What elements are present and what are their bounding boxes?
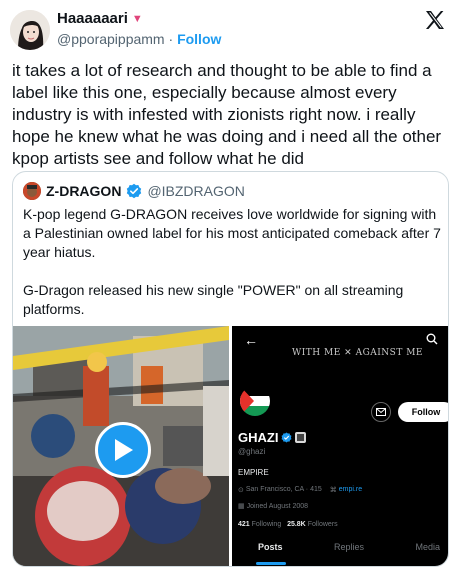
profile-name-text: GHAZI xyxy=(238,430,279,445)
profile-counts: 421 Following 25.8K Followers xyxy=(238,521,338,528)
back-arrow-icon: ← xyxy=(244,332,258,348)
profile-tabs: Posts Replies Media xyxy=(232,542,448,552)
profile-joined-text: Joined August 2008 xyxy=(246,503,309,510)
x-logo-icon[interactable] xyxy=(423,8,447,32)
active-tab-indicator xyxy=(256,562,286,565)
video-thumbnail[interactable] xyxy=(13,326,229,566)
profile-link: empi.re xyxy=(338,486,363,493)
play-icon xyxy=(115,439,133,461)
quote-display-name[interactable]: Z-DRAGON xyxy=(46,183,121,199)
profile-banner-text: WITH ME ✕ AGAINST ME xyxy=(292,348,423,358)
display-name[interactable]: Haaaaaari ▼ xyxy=(57,10,143,27)
profile-screenshot-image[interactable]: ← WITH ME ✕ AGAINST ME Follow GHAZI @gha… xyxy=(232,326,448,566)
avatar[interactable] xyxy=(10,10,50,50)
quote-avatar[interactable] xyxy=(23,182,41,200)
quote-paragraph-2: G-Dragon released his new single "POWER"… xyxy=(23,282,404,317)
profile-handle: @ghazi xyxy=(238,447,266,456)
profile-meta: ⊙ San Francisco, CA · 415 ⌘ empi.re xyxy=(238,486,362,494)
followers-count: 25.8K xyxy=(287,521,306,528)
following-count: 421 xyxy=(238,521,250,528)
quote-paragraph-1: K-pop legend G-DRAGON receives love worl… xyxy=(23,206,441,260)
search-icon xyxy=(426,332,438,350)
quote-header: Z-DRAGON @IBZDRAGON xyxy=(23,182,245,200)
location-icon: ⊙ xyxy=(238,487,244,494)
play-button[interactable] xyxy=(95,422,151,478)
mail-icon xyxy=(371,402,391,422)
calendar-icon: ▦ xyxy=(238,503,247,510)
tweet-text: it takes a lot of research and thought t… xyxy=(12,61,442,168)
tab-posts: Posts xyxy=(258,542,283,552)
quote-handle: @IBZDRAGON xyxy=(147,183,245,199)
profile-location: San Francisco, CA · 415 xyxy=(245,486,322,493)
tab-replies: Replies xyxy=(333,542,364,552)
user-handle[interactable]: @pporapippamm xyxy=(57,31,165,47)
following-label: Following xyxy=(251,521,282,528)
affiliate-badge-icon xyxy=(295,432,307,443)
profile-name: GHAZI xyxy=(238,430,307,445)
profile-joined: ▦ Joined August 2008 xyxy=(238,502,308,510)
media-grid: ← WITH ME ✕ AGAINST ME Follow GHAZI @gha… xyxy=(13,326,448,566)
tab-media: Media xyxy=(415,542,440,552)
profile-follow-button: Follow xyxy=(398,402,448,422)
tweet-card: Haaaaaari ▼ @pporapippamm · Follow it ta… xyxy=(0,0,461,572)
heart-icon: ▼ xyxy=(131,12,143,25)
link-icon: ⌘ xyxy=(329,487,337,494)
separator-dot: · xyxy=(168,31,174,47)
profile-verified-icon xyxy=(282,432,292,443)
quote-text: K-pop legend G-DRAGON receives love worl… xyxy=(23,205,441,319)
handle-row: @pporapippamm · Follow xyxy=(57,31,221,47)
profile-bio: EMPIRE xyxy=(238,468,269,477)
verified-badge-icon xyxy=(126,183,142,199)
followers-label: Followers xyxy=(307,521,338,528)
follow-link[interactable]: Follow xyxy=(177,31,221,47)
palestine-flag-avatar xyxy=(238,384,272,418)
display-name-text[interactable]: Haaaaaari xyxy=(57,10,128,27)
quoted-tweet[interactable]: Z-DRAGON @IBZDRAGON K-pop legend G-DRAGO… xyxy=(12,171,449,567)
